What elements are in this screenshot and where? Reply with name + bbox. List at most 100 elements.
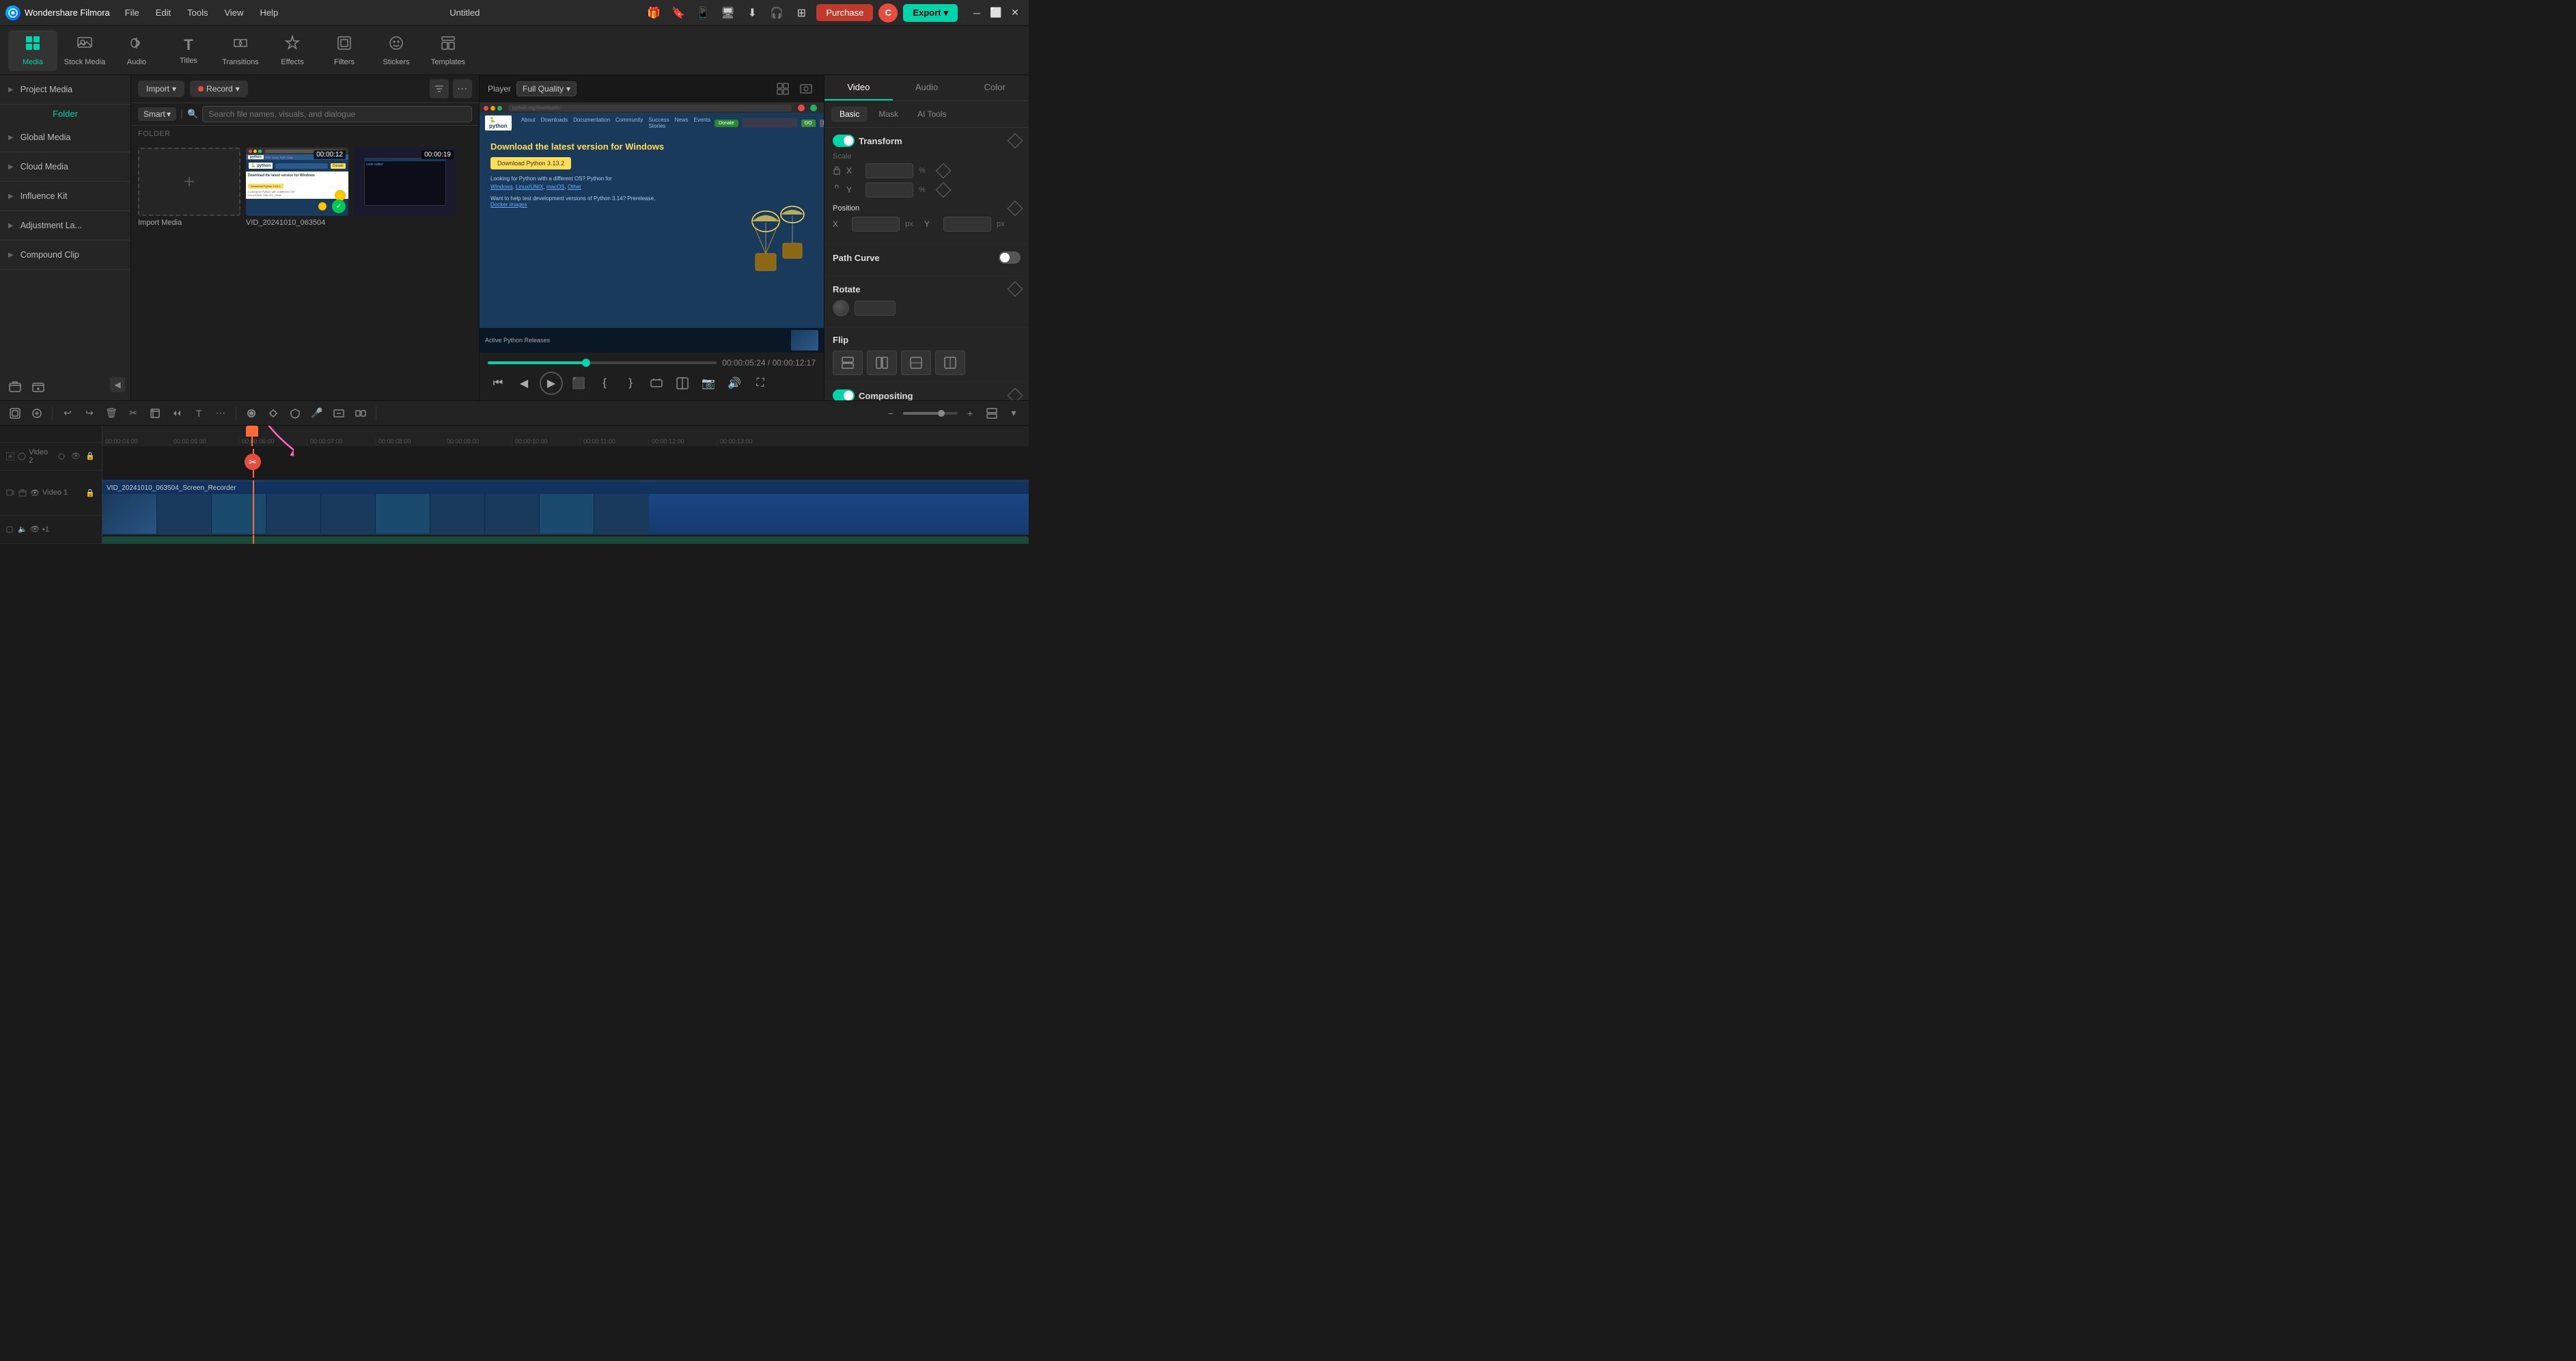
headphone-icon[interactable]: 🎧 bbox=[767, 3, 786, 23]
fullscreen-preview-button[interactable] bbox=[797, 79, 816, 98]
mark-out-button[interactable]: } bbox=[620, 373, 641, 394]
video2-track-visible-button[interactable]: 🔒 bbox=[84, 450, 96, 463]
more-options-button[interactable]: ⋯ bbox=[453, 79, 472, 98]
scale-y-input[interactable]: 100.00 bbox=[865, 182, 913, 197]
tl-title-button[interactable] bbox=[329, 404, 348, 423]
audio1-clip[interactable]: VID_20241010_063504_Microphone bbox=[102, 536, 1029, 544]
lock-link-icon[interactable] bbox=[833, 184, 841, 196]
scale-x-input[interactable]: 100.00 bbox=[865, 163, 913, 178]
minimize-button[interactable]: ─ bbox=[969, 5, 985, 21]
video1-folder-button[interactable] bbox=[18, 488, 27, 497]
bookmark-icon[interactable]: 🔖 bbox=[669, 3, 688, 23]
skip-back-button[interactable]: ⏮ bbox=[488, 373, 508, 394]
list-item[interactable]: + Import Media bbox=[138, 148, 240, 395]
compare-button[interactable] bbox=[672, 373, 693, 394]
compositing-toggle[interactable] bbox=[833, 389, 855, 400]
grid-view-button[interactable] bbox=[773, 79, 792, 98]
tl-crop-button[interactable] bbox=[146, 404, 165, 423]
tl-select-tool[interactable] bbox=[5, 404, 25, 423]
clip-mode-button[interactable] bbox=[646, 373, 667, 394]
purchase-button[interactable]: Purchase bbox=[816, 4, 873, 21]
audio1-visibility-button[interactable]: 👁 bbox=[30, 525, 40, 534]
tl-delete-button[interactable]: 🗑 bbox=[102, 404, 121, 423]
subtab-basic[interactable]: Basic bbox=[831, 107, 868, 122]
tl-more-button[interactable]: ⋯ bbox=[211, 404, 230, 423]
tool-templates[interactable]: Templates bbox=[424, 30, 473, 71]
playhead-head[interactable] bbox=[246, 426, 258, 437]
fullscreen-button[interactable]: ⛶ bbox=[750, 373, 771, 394]
gift-icon[interactable]: 🎁 bbox=[644, 3, 663, 23]
tl-zoom-in-button[interactable]: + bbox=[960, 404, 980, 423]
snapshot-button[interactable]: 📷 bbox=[698, 373, 719, 394]
sidebar-item-adjustment[interactable]: ▶ Adjustment La... bbox=[0, 215, 130, 236]
audio1-mute-button[interactable]: 🔈 bbox=[18, 525, 27, 534]
apps-icon[interactable]: ⊞ bbox=[792, 3, 811, 23]
menu-file[interactable]: File bbox=[118, 5, 146, 20]
smart-select[interactable]: Smart ▾ bbox=[138, 107, 176, 121]
search-input[interactable] bbox=[202, 106, 472, 122]
tool-titles[interactable]: T Titles bbox=[164, 30, 213, 71]
video1-lock-button[interactable]: 🔒 bbox=[84, 486, 96, 499]
filter-button[interactable] bbox=[430, 79, 449, 98]
video2-track-lock-button[interactable]: 👁 bbox=[70, 450, 82, 463]
sidebar-item-project-media[interactable]: ▶ Project Media bbox=[0, 79, 130, 100]
tl-effect-button[interactable] bbox=[264, 404, 283, 423]
video1-clip[interactable]: VID_20241010_063504_Screen_Recorder bbox=[102, 482, 1029, 534]
progress-bar-container[interactable]: 00:00:05:24 / 00:00:12:17 bbox=[488, 358, 816, 368]
progress-thumb[interactable] bbox=[582, 359, 590, 367]
video2-add-track-button[interactable] bbox=[5, 452, 14, 461]
tool-filters[interactable]: Filters bbox=[320, 30, 369, 71]
download-icon[interactable]: ⬇ bbox=[743, 3, 762, 23]
path-curve-toggle[interactable] bbox=[999, 251, 1021, 264]
close-button[interactable]: ✕ bbox=[1007, 5, 1023, 21]
menu-tools[interactable]: Tools bbox=[180, 5, 214, 20]
tl-undo-button[interactable]: ↩ bbox=[58, 404, 77, 423]
tl-record-button[interactable] bbox=[242, 404, 261, 423]
import-button[interactable]: Import ▾ bbox=[138, 81, 184, 97]
tool-stickers[interactable]: Stickers bbox=[372, 30, 421, 71]
list-item[interactable]: code editor 00:00:19 bbox=[354, 148, 456, 395]
tool-audio[interactable]: Audio bbox=[112, 30, 161, 71]
menu-edit[interactable]: Edit bbox=[149, 5, 178, 20]
cut-marker[interactable]: ✂ bbox=[245, 454, 261, 470]
tl-zoom-out-button[interactable]: − bbox=[881, 404, 900, 423]
tool-transitions[interactable]: Transitions bbox=[216, 30, 265, 71]
subtab-mask[interactable]: Mask bbox=[870, 107, 906, 122]
tl-cut-button[interactable]: ✂ bbox=[124, 404, 143, 423]
tl-text-button[interactable]: T bbox=[189, 404, 208, 423]
import-media-thumb[interactable]: + bbox=[138, 148, 240, 216]
flip-horizontal-button[interactable] bbox=[867, 350, 897, 375]
video2-group-button[interactable] bbox=[17, 452, 26, 461]
stop-button[interactable]: ⬛ bbox=[568, 373, 589, 394]
tl-mic-button[interactable]: 🎤 bbox=[307, 404, 327, 423]
video2-thumb[interactable]: code editor 00:00:19 bbox=[354, 148, 456, 216]
zoom-slider[interactable] bbox=[903, 412, 958, 415]
phone-icon[interactable]: 📱 bbox=[693, 3, 712, 23]
volume-button[interactable]: 🔊 bbox=[724, 373, 745, 394]
zoom-thumb[interactable] bbox=[938, 410, 945, 417]
compositing-keyframe[interactable] bbox=[1008, 388, 1023, 400]
maximize-button[interactable]: ⬜ bbox=[988, 5, 1004, 21]
flip-vertical-button[interactable] bbox=[833, 350, 863, 375]
record-button[interactable]: Record ▾ bbox=[190, 81, 248, 97]
menu-view[interactable]: View bbox=[217, 5, 250, 20]
sidebar-item-compound-clip[interactable]: ▶ Compound Clip bbox=[0, 245, 130, 265]
position-x-input[interactable]: 0.00 bbox=[852, 217, 900, 232]
video-thumb[interactable]: python PSFDocsPyPIJobs 🐍 python Donate D… bbox=[246, 148, 348, 216]
video2-track-settings-button[interactable] bbox=[55, 450, 68, 463]
transform-keyframe-button[interactable] bbox=[1008, 133, 1023, 149]
sidebar-item-cloud-media[interactable]: ▶ Cloud Media bbox=[0, 156, 130, 177]
rotate-keyframe[interactable] bbox=[1008, 281, 1023, 297]
user-avatar[interactable]: C bbox=[878, 3, 898, 23]
play-button[interactable]: ▶ bbox=[540, 372, 563, 395]
tl-shield-button[interactable] bbox=[286, 404, 305, 423]
step-back-button[interactable]: ◀ bbox=[514, 373, 534, 394]
lock-icon[interactable] bbox=[833, 165, 841, 177]
scale-y-keyframe[interactable] bbox=[936, 182, 952, 198]
rotate-wheel[interactable] bbox=[833, 300, 849, 316]
flip-btn4[interactable] bbox=[935, 350, 965, 375]
tl-split-button[interactable] bbox=[351, 404, 370, 423]
tl-smart-tool[interactable] bbox=[27, 404, 46, 423]
menu-help[interactable]: Help bbox=[253, 5, 285, 20]
tab-audio[interactable]: Audio bbox=[893, 75, 961, 100]
